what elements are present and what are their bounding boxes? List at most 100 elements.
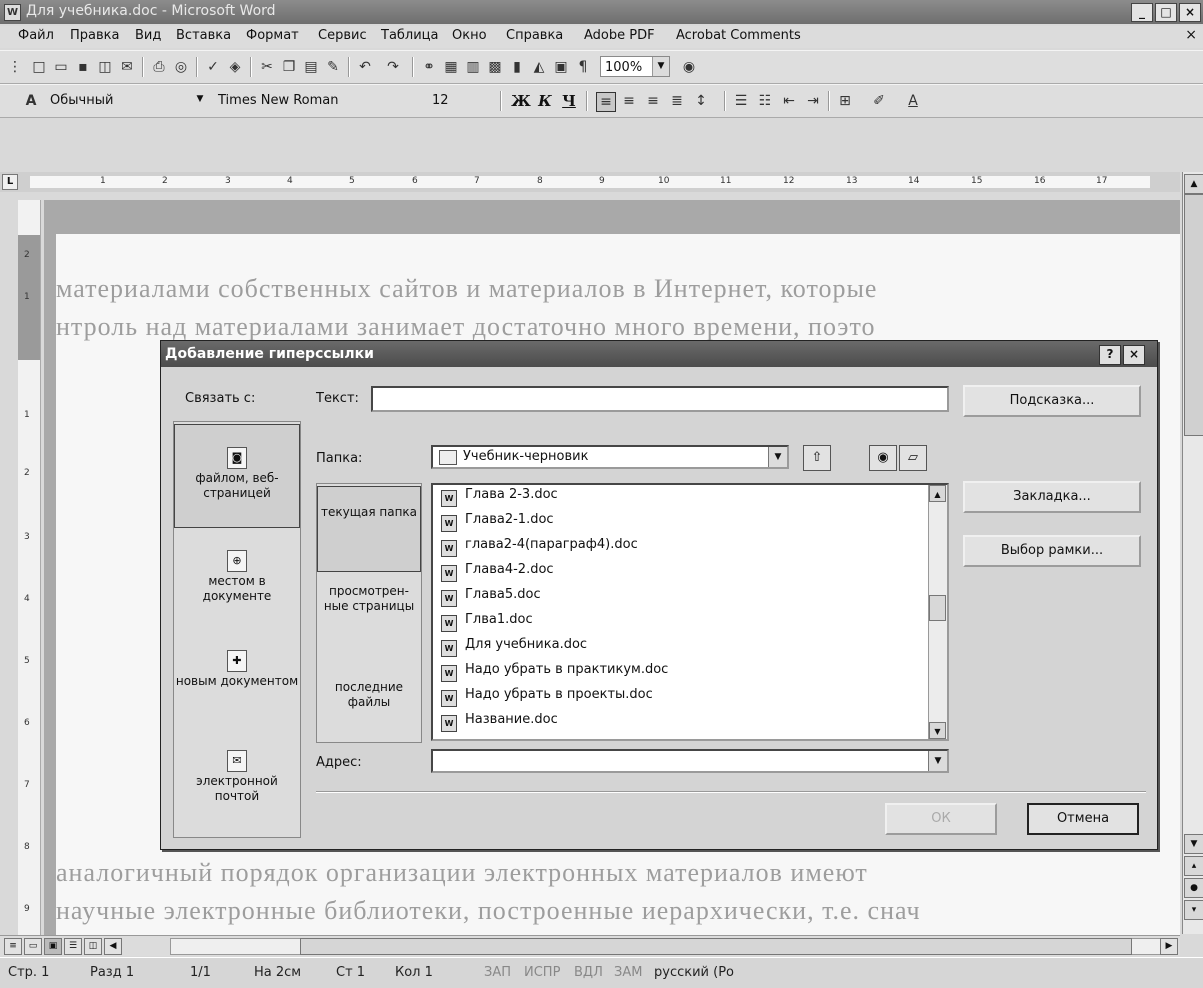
bold-button[interactable]: Ж [510, 91, 532, 112]
browse-web-icon[interactable]: ◉ [869, 445, 897, 471]
bookmark-button[interactable]: Закладка... [963, 481, 1141, 513]
tables-borders-icon[interactable]: ▦ [442, 58, 460, 76]
styles-pane-icon[interactable]: A [22, 92, 40, 110]
normal-view-icon[interactable]: ≡ [4, 938, 22, 955]
menu-view[interactable]: Вид [135, 28, 161, 43]
scroll-right-icon[interactable]: ▶ [1160, 938, 1178, 955]
insert-table-icon[interactable]: ▥ [464, 58, 482, 76]
underline-button[interactable]: Ч [558, 91, 580, 112]
redo-icon[interactable]: ↷ [384, 58, 402, 76]
up-one-folder-icon[interactable]: ⇧ [803, 445, 831, 471]
scroll-down-icon[interactable]: ▼ [929, 722, 946, 739]
tab-selector[interactable]: L [2, 174, 18, 190]
decrease-indent-icon[interactable]: ⇤ [780, 92, 798, 110]
status-extend[interactable]: ВДЛ [574, 965, 603, 980]
web-layout-icon[interactable]: ▭ [24, 938, 42, 955]
align-left-icon[interactable]: ≡ [596, 92, 616, 112]
list-item[interactable]: W Глва1.doc [441, 612, 533, 632]
dialog-close-button[interactable]: × [1123, 345, 1145, 365]
scroll-left-icon[interactable]: ◀ [104, 938, 122, 955]
research-icon[interactable]: ◈ [226, 58, 244, 76]
menu-help[interactable]: Справка [506, 28, 563, 43]
bullets-icon[interactable]: ☷ [756, 92, 774, 110]
vertical-ruler[interactable]: 2 1 1 2 3 4 5 6 7 8 9 [18, 200, 41, 935]
zoom-select[interactable]: 100% ▼ [600, 56, 670, 77]
scroll-down-icon[interactable]: ▼ [1184, 834, 1203, 854]
new-document-icon[interactable]: □ [30, 58, 48, 76]
chevron-down-icon[interactable]: ▼ [768, 447, 787, 467]
format-painter-icon[interactable]: ✎ [324, 58, 342, 76]
word-app-icon[interactable]: W [4, 4, 21, 21]
status-track-changes[interactable]: ИСПР [524, 965, 560, 980]
document-map-icon[interactable]: ▣ [552, 58, 570, 76]
place-browsed-pages[interactable]: просмотрен-ные страницы [317, 584, 421, 654]
reading-layout-icon[interactable]: ◫ [84, 938, 102, 955]
paste-icon[interactable]: ▤ [302, 58, 320, 76]
justify-icon[interactable]: ≣ [668, 92, 686, 110]
columns-icon[interactable]: ▮ [508, 58, 526, 76]
chevron-down-icon[interactable]: ▼ [928, 751, 947, 771]
file-list[interactable]: W Глава 2-3.doc W Глава2-1.doc Wглава2-4(п… [431, 483, 949, 741]
permission-icon[interactable]: ◫ [96, 58, 114, 76]
link-to-new-document[interactable]: ✚ новым документом [174, 650, 300, 740]
insert-hyperlink-icon[interactable]: ⚭ [420, 58, 438, 76]
spelling-icon[interactable]: ✓ [204, 58, 222, 76]
next-page-icon[interactable]: ▾ [1184, 900, 1203, 920]
print-icon[interactable]: ⎙ [150, 58, 168, 76]
toolbar-grip-icon[interactable]: ⋮ [6, 58, 24, 76]
link-to-file-web[interactable]: ◙ файлом, веб-страницей [174, 424, 300, 528]
dialog-title-bar[interactable]: Добавление гиперссылки ? × [161, 341, 1157, 367]
menu-tools[interactable]: Сервис [318, 28, 367, 43]
open-folder-icon[interactable]: ▭ [52, 58, 70, 76]
scroll-up-icon[interactable]: ▲ [1184, 174, 1203, 194]
place-current-folder[interactable]: текущая папка [317, 486, 421, 572]
copy-icon[interactable]: ❐ [280, 58, 298, 76]
list-item[interactable]: W Для учебника.doc [441, 637, 587, 657]
list-item[interactable]: W Глава2-1.doc [441, 512, 554, 532]
chevron-down-icon[interactable]: ▼ [652, 57, 669, 76]
scroll-up-icon[interactable]: ▲ [929, 485, 946, 502]
list-item[interactable]: W Название.doc [441, 712, 558, 732]
increase-indent-icon[interactable]: ⇥ [804, 92, 822, 110]
undo-icon[interactable]: ↶ [356, 58, 374, 76]
list-item[interactable]: W Глава5.doc [441, 587, 541, 607]
horizontal-scroll-thumb[interactable] [300, 938, 1132, 955]
file-list-scrollbar[interactable]: ▲ ▼ [928, 485, 947, 739]
address-input[interactable]: ▼ [431, 749, 949, 773]
list-item[interactable]: Wглава2-4(параграф4).doc [441, 537, 638, 557]
previous-page-icon[interactable]: ▴ [1184, 856, 1203, 876]
font-size-select[interactable]: 12 [428, 90, 498, 111]
status-overtype[interactable]: ЗАМ [614, 965, 642, 980]
list-item[interactable]: W Надо убрать в проекты.doc [441, 687, 653, 707]
menu-format[interactable]: Формат [246, 28, 299, 43]
vertical-scrollbar[interactable]: ▲ ▼ ▴ ● ▾ [1182, 172, 1203, 934]
link-to-place-in-document[interactable]: ⊕ местом в документе [174, 550, 300, 640]
menu-adobe-pdf[interactable]: Adobe PDF [584, 28, 655, 43]
font-color-icon[interactable]: A [904, 92, 922, 110]
cut-icon[interactable]: ✂ [258, 58, 276, 76]
show-formatting-icon[interactable]: ¶ [574, 58, 592, 76]
scroll-thumb[interactable] [1184, 194, 1203, 436]
menu-acrobat-comments[interactable]: Acrobat Comments [676, 28, 801, 43]
screentip-button[interactable]: Подсказка... [963, 385, 1141, 417]
close-window-button[interactable]: × [1179, 3, 1201, 22]
email-icon[interactable]: ✉ [118, 58, 136, 76]
folder-select[interactable]: Учебник-черновик ▼ [431, 445, 789, 469]
menu-table[interactable]: Таблица [381, 28, 439, 43]
target-frame-button[interactable]: Выбор рамки... [963, 535, 1141, 567]
menu-file[interactable]: Файл [18, 28, 54, 43]
print-preview-icon[interactable]: ◎ [172, 58, 190, 76]
dialog-help-button[interactable]: ? [1099, 345, 1121, 365]
ok-button[interactable]: ОК [885, 803, 997, 835]
drawing-icon[interactable]: ◭ [530, 58, 548, 76]
horizontal-ruler[interactable]: L 1 2 3 4 5 6 7 8 9 10 11 12 13 14 15 16… [0, 172, 1180, 192]
list-item[interactable]: W Глава 2-3.doc [441, 487, 558, 507]
borders-icon[interactable]: ⊞ [836, 92, 854, 110]
line-spacing-icon[interactable]: ↕ [692, 92, 710, 110]
list-item[interactable]: W Глава4-2.doc [441, 562, 554, 582]
menu-edit[interactable]: Правка [70, 28, 119, 43]
align-center-icon[interactable]: ≡ [620, 92, 638, 110]
text-to-display-input[interactable] [371, 386, 949, 412]
horizontal-scrollbar[interactable]: ≡ ▭ ▣ ☰ ◫ ◀ ▶ [0, 935, 1180, 956]
minimize-button[interactable]: _ [1131, 3, 1153, 22]
